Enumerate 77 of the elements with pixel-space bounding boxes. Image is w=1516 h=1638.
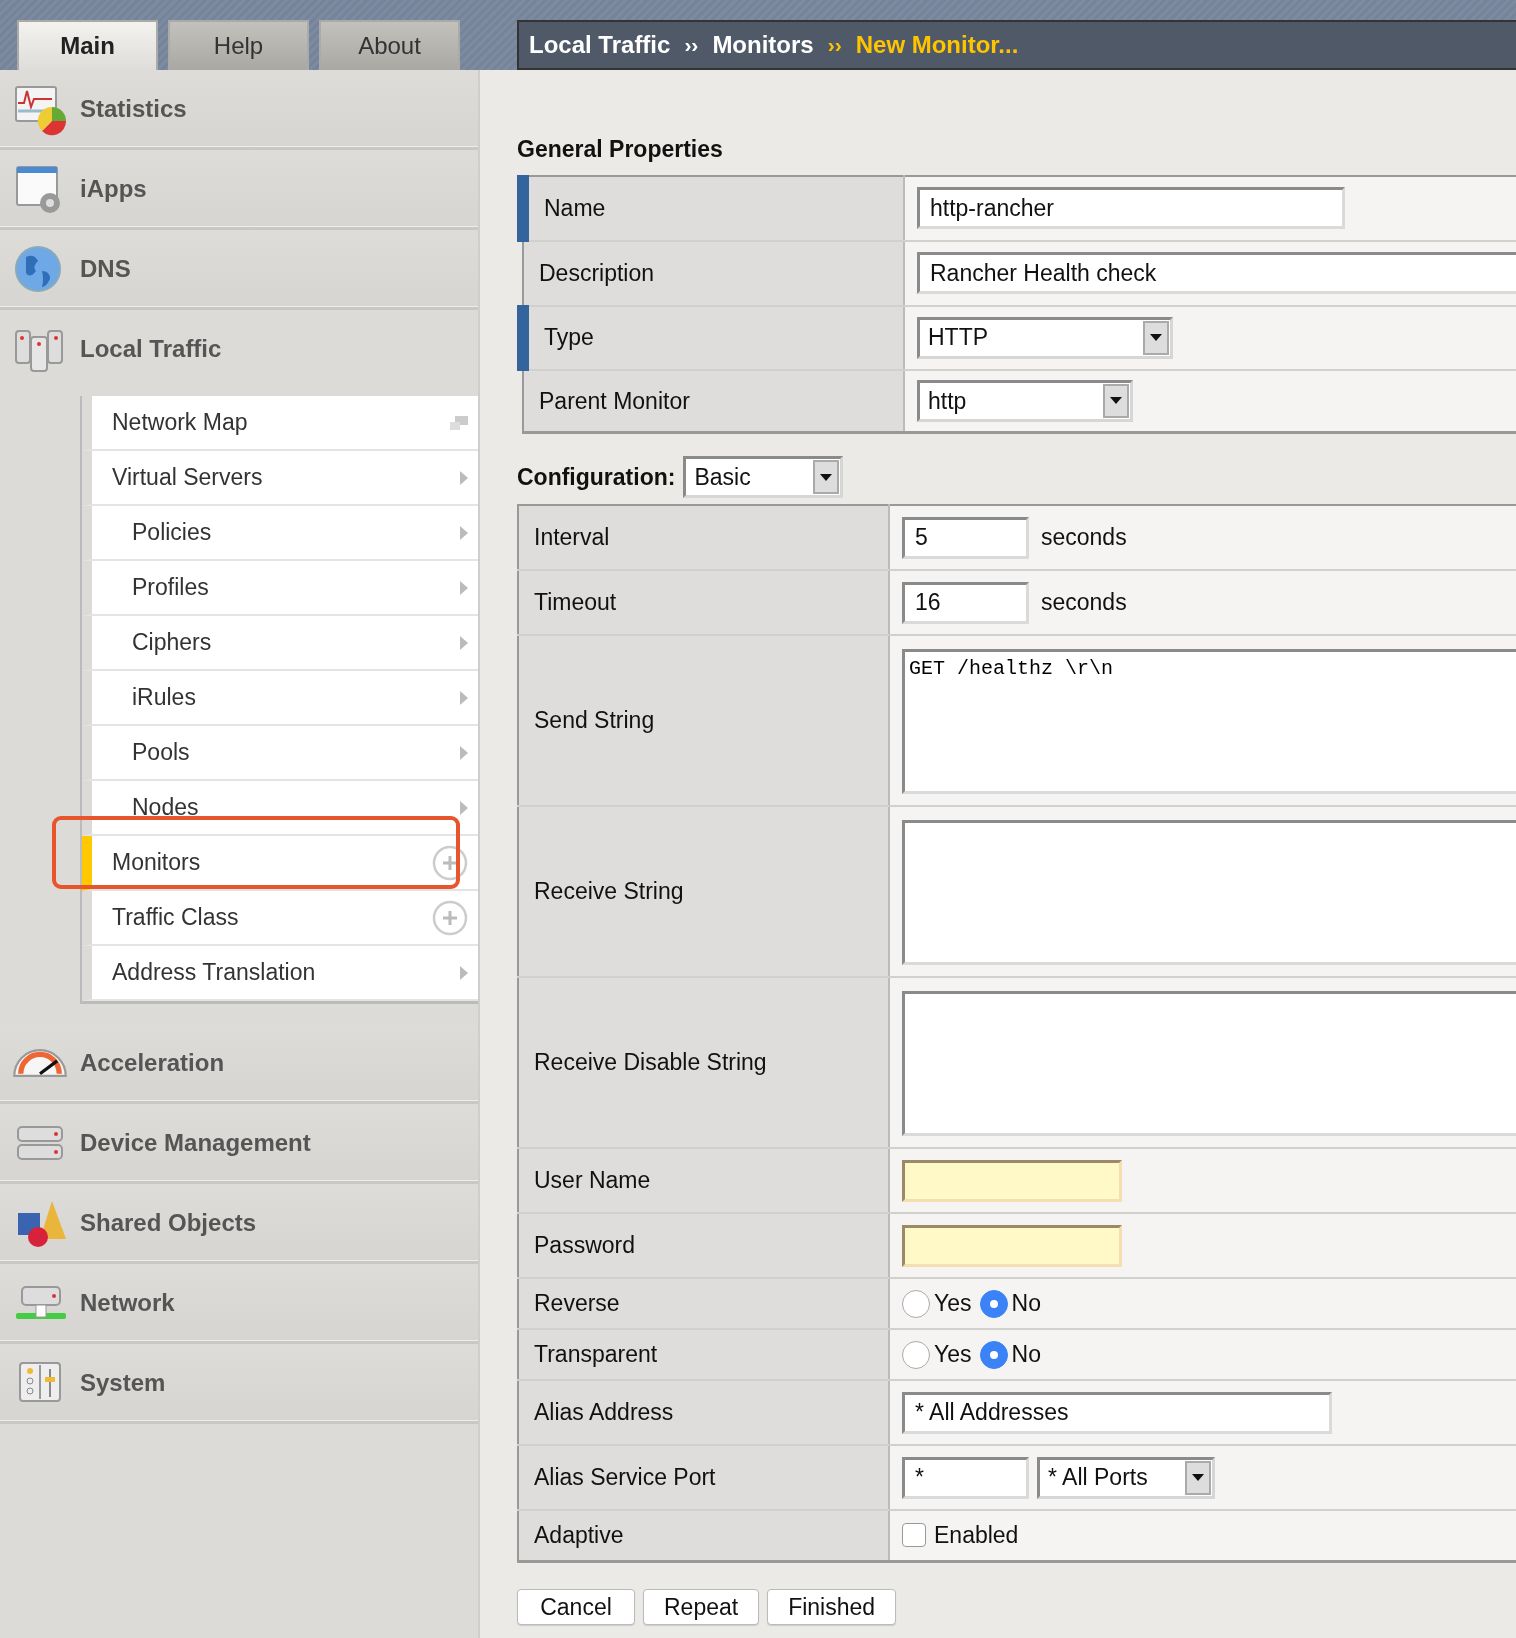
field-label: Send String <box>518 635 889 806</box>
dropdown[interactable]: HTTP <box>917 316 1173 359</box>
plus-circle-icon[interactable] <box>432 899 468 936</box>
field-label: Alias Address <box>518 1380 889 1445</box>
option-label: Yes <box>934 1289 972 1319</box>
sidebar-item[interactable]: Network Map <box>82 396 478 451</box>
triangle-right-icon <box>460 800 468 815</box>
field-label: Description <box>523 240 904 306</box>
sidebar-item[interactable]: Address Translation <box>82 946 478 1001</box>
text-area[interactable] <box>902 820 1516 965</box>
triangle-right-icon <box>460 690 468 705</box>
field-label: Adaptive <box>518 1510 889 1561</box>
dropdown[interactable]: * All Ports <box>1037 1456 1215 1499</box>
checkbox-label: Enabled <box>934 1521 1019 1550</box>
sidebar-item[interactable]: Virtual Servers <box>82 451 478 506</box>
triangle-right-icon <box>460 745 468 760</box>
tab[interactable]: Main <box>17 20 158 70</box>
window-icon[interactable] <box>450 415 468 430</box>
field-label: Transparent <box>518 1329 889 1380</box>
text-field[interactable]: Rancher Health check <box>917 252 1516 294</box>
action-button[interactable]: Finished <box>767 1588 897 1625</box>
sidebar-item[interactable]: Profiles <box>82 561 478 616</box>
breadcrumb-link[interactable]: Monitors <box>712 27 814 63</box>
field-label: Timeout <box>518 570 889 635</box>
option-label: No <box>1011 1340 1041 1370</box>
text-area[interactable]: GET /healthz \r\n <box>902 649 1516 794</box>
sidebar-item[interactable]: Traffic Class <box>82 891 478 946</box>
field-label: Password <box>518 1213 889 1278</box>
unit-label: seconds <box>1041 588 1127 618</box>
dropdown[interactable]: http <box>917 379 1133 422</box>
plus-circle-icon[interactable] <box>432 844 468 881</box>
triangle-right-icon <box>460 965 468 980</box>
sidebar-item[interactable]: iRules <box>82 671 478 726</box>
breadcrumb-separator: ›› <box>827 32 842 59</box>
text-field[interactable]: * <box>902 1456 1029 1499</box>
text-field[interactable] <box>902 1159 1122 1202</box>
field-label: Reverse <box>518 1278 889 1329</box>
sidebar-item[interactable]: Pools <box>82 726 478 781</box>
sidebar-item[interactable]: Nodes <box>82 781 478 836</box>
text-field[interactable] <box>902 1224 1122 1267</box>
triangle-right-icon <box>460 525 468 540</box>
triangle-right-icon <box>460 635 468 650</box>
field-label: Interval <box>518 505 889 570</box>
field-label: Parent Monitor <box>523 369 904 433</box>
breadcrumb-current: New Monitor... <box>855 30 1019 60</box>
sidebar-item[interactable]: Ciphers <box>82 616 478 671</box>
section-title: Configuration: <box>517 462 676 492</box>
radio-button[interactable] <box>979 1340 1008 1369</box>
radio-button[interactable] <box>902 1340 930 1369</box>
text-field[interactable]: * All Addresses <box>902 1391 1332 1434</box>
section-title: General Properties <box>517 135 724 164</box>
option-label: No <box>1011 1289 1041 1319</box>
field-label: Receive String <box>518 806 889 977</box>
text-field[interactable]: 16 <box>902 581 1029 624</box>
field-label: User Name <box>518 1148 889 1213</box>
triangle-right-icon <box>460 580 468 595</box>
sidebar-item[interactable]: Monitors <box>82 836 478 891</box>
sidebar-item[interactable]: Policies <box>82 506 478 561</box>
text-area[interactable] <box>902 991 1516 1136</box>
tab[interactable]: About <box>319 20 460 70</box>
breadcrumb-separator: ›› <box>684 32 699 59</box>
radio-button[interactable] <box>902 1289 930 1318</box>
action-button[interactable]: Repeat <box>643 1588 760 1625</box>
radio-button[interactable] <box>979 1289 1008 1318</box>
option-label: Yes <box>934 1340 972 1370</box>
tab[interactable]: Help <box>168 20 309 70</box>
text-field[interactable]: http-rancher <box>917 187 1345 229</box>
triangle-right-icon <box>460 470 468 485</box>
checkbox[interactable] <box>902 1523 926 1548</box>
action-button[interactable]: Cancel <box>517 1588 635 1625</box>
field-label: Alias Service Port <box>518 1445 889 1510</box>
unit-label: seconds <box>1041 523 1127 553</box>
field-label: Receive Disable String <box>518 977 889 1148</box>
gauge-icon <box>12 1047 68 1078</box>
dropdown[interactable]: Basic <box>683 456 844 498</box>
breadcrumb-link[interactable]: Local Traffic <box>529 27 671 63</box>
text-field[interactable]: 5 <box>902 516 1029 559</box>
